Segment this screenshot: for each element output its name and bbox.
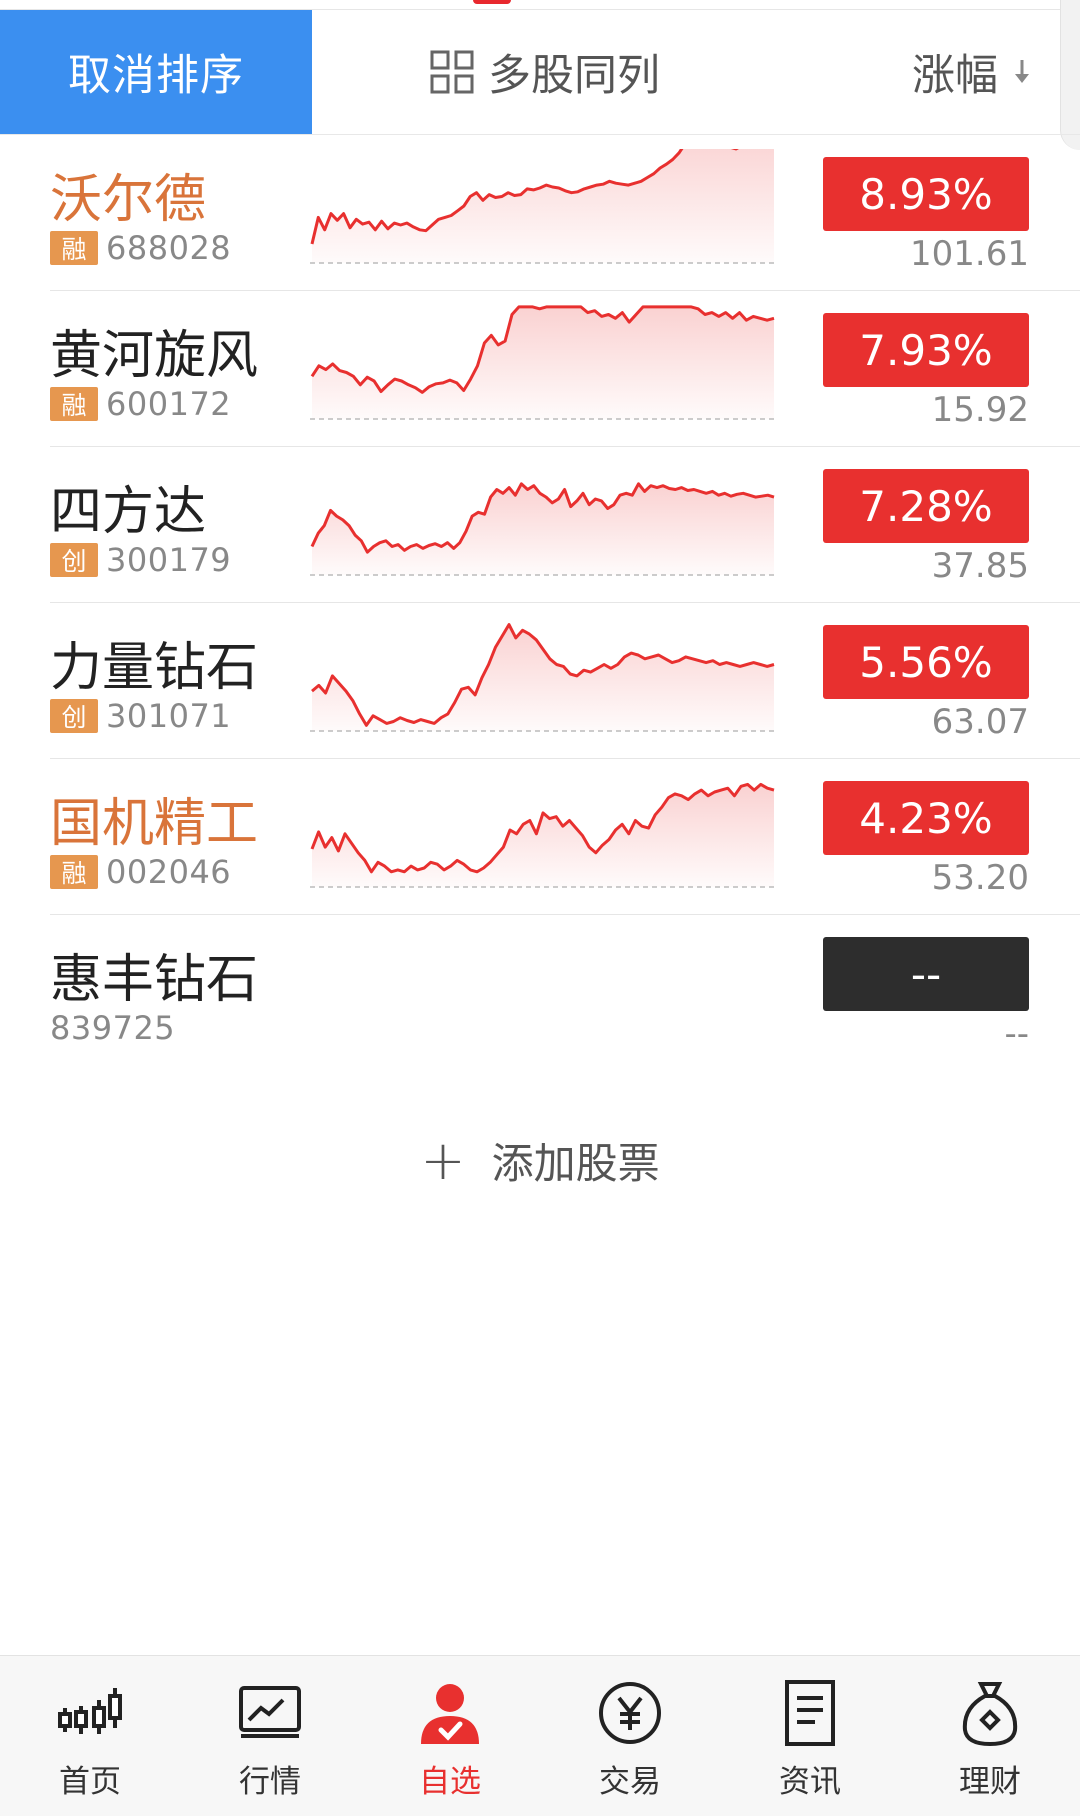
stock-code-line: 创 300179 (50, 541, 232, 579)
multi-column-label: 多股同列 (488, 51, 660, 101)
stock-price: 15.92 (931, 390, 1029, 430)
tab-market[interactable]: 行情 (180, 1656, 360, 1816)
cancel-sort-button[interactable]: 取消排序 (0, 10, 312, 134)
margin-badge: 融 (50, 387, 98, 421)
stock-code-line: 创 301071 (50, 697, 232, 735)
sparkline-area (312, 784, 774, 887)
change-percent-box[interactable]: 7.93% (823, 313, 1029, 387)
margin-badge: 融 (50, 855, 98, 889)
money-bag-icon (962, 1682, 1018, 1747)
stock-name: 四方达 (50, 482, 207, 542)
stock-code: 839725 (50, 1009, 176, 1047)
arrow-down-icon (1015, 60, 1029, 83)
sparkline-area (312, 624, 774, 731)
stock-row[interactable]: 黄河旋风 融 600172 7.93% 15.92 (0, 291, 1080, 447)
stock-code: 002046 (106, 853, 232, 891)
stock-code-line: 融 600172 (50, 385, 232, 423)
change-percent-box[interactable]: 8.93% (823, 157, 1029, 231)
list-header: 取消排序 多股同列 涨幅 (0, 10, 1060, 134)
document-icon (785, 1680, 835, 1746)
tab-label: 首页 (59, 1764, 121, 1800)
tab-label: 理财 (959, 1764, 1021, 1800)
stock-code-line: 融 002046 (50, 853, 232, 891)
add-stock-label: 添加股票 (491, 1139, 660, 1188)
change-percent-box[interactable]: 7.28% (823, 469, 1029, 543)
stock-code: 301071 (106, 697, 232, 735)
sort-by-change-button[interactable]: 涨幅 (912, 10, 1032, 134)
tab-home[interactable]: 首页 (0, 1656, 180, 1816)
stock-code: 688028 (106, 229, 232, 267)
growth-board-badge: 创 (50, 543, 98, 577)
stock-price: 53.20 (931, 858, 1029, 898)
stock-name: 国机精工 (50, 794, 259, 854)
stock-row[interactable]: 力量钻石 创 301071 5.56% 63.07 (0, 603, 1080, 759)
sparkline-chart (310, 305, 776, 420)
stock-row[interactable]: 惠丰钻石 839725 -- -- (0, 915, 1080, 1071)
bottom-tab-bar: 首页 行情 自选 交易 资讯 理财 (0, 1655, 1080, 1816)
stock-name: 沃尔德 (50, 170, 207, 230)
stock-price: 101.61 (910, 234, 1029, 274)
multi-column-button[interactable]: 多股同列 (430, 10, 660, 134)
stock-code: 300179 (106, 541, 232, 579)
user-check-icon (421, 1684, 479, 1744)
plus-icon: + (420, 1128, 466, 1192)
stock-name: 惠丰钻石 (50, 950, 259, 1010)
sort-label: 涨幅 (912, 51, 998, 101)
sparkline-area (312, 483, 774, 575)
candlestick-icon (58, 1688, 122, 1734)
sparkline-area (312, 149, 774, 263)
stock-name: 黄河旋风 (50, 326, 259, 386)
stock-code-line: 融 688028 (50, 229, 232, 267)
sparkline-area (312, 306, 774, 419)
stock-price: 63.07 (931, 702, 1029, 742)
scroll-handle[interactable] (1060, 0, 1080, 150)
sparkline-chart (310, 482, 776, 576)
change-percent-box[interactable]: -- (823, 937, 1029, 1011)
tab-trade[interactable]: 交易 (540, 1656, 720, 1816)
change-percent-box[interactable]: 4.23% (823, 781, 1029, 855)
growth-board-badge: 创 (50, 699, 98, 733)
stock-code-line: 839725 (50, 1009, 176, 1047)
top-indicator (473, 0, 511, 4)
stock-code: 600172 (106, 385, 232, 423)
stock-row[interactable]: 沃尔德 融 688028 8.93% 101.61 (0, 135, 1080, 291)
tab-label: 自选 (419, 1764, 481, 1800)
tab-wealth[interactable]: 理财 (900, 1656, 1080, 1816)
tab-label: 交易 (599, 1764, 661, 1800)
change-percent-box[interactable]: 5.56% (823, 625, 1029, 699)
stock-price: -- (1004, 1014, 1029, 1054)
grid-icon (430, 50, 474, 94)
margin-badge: 融 (50, 231, 98, 265)
add-stock-button[interactable]: + 添加股票 (0, 1130, 1080, 1191)
watchlist: 沃尔德 融 688028 8.93% 101.61 黄河旋风 融 600172 … (0, 135, 1080, 1071)
tab-label: 资讯 (779, 1764, 841, 1800)
yuan-icon (599, 1682, 661, 1744)
chart-line-icon (239, 1686, 301, 1738)
tab-label: 行情 (239, 1764, 301, 1800)
tab-news[interactable]: 资讯 (720, 1656, 900, 1816)
stock-row[interactable]: 四方达 创 300179 7.28% 37.85 (0, 447, 1080, 603)
stock-row[interactable]: 国机精工 融 002046 4.23% 53.20 (0, 759, 1080, 915)
stock-price: 37.85 (931, 546, 1029, 586)
sparkline-chart (310, 782, 776, 888)
tab-watchlist[interactable]: 自选 (360, 1656, 540, 1816)
stock-name: 力量钻石 (50, 638, 259, 698)
sparkline-chart (310, 149, 776, 264)
sparkline-chart (310, 623, 776, 732)
